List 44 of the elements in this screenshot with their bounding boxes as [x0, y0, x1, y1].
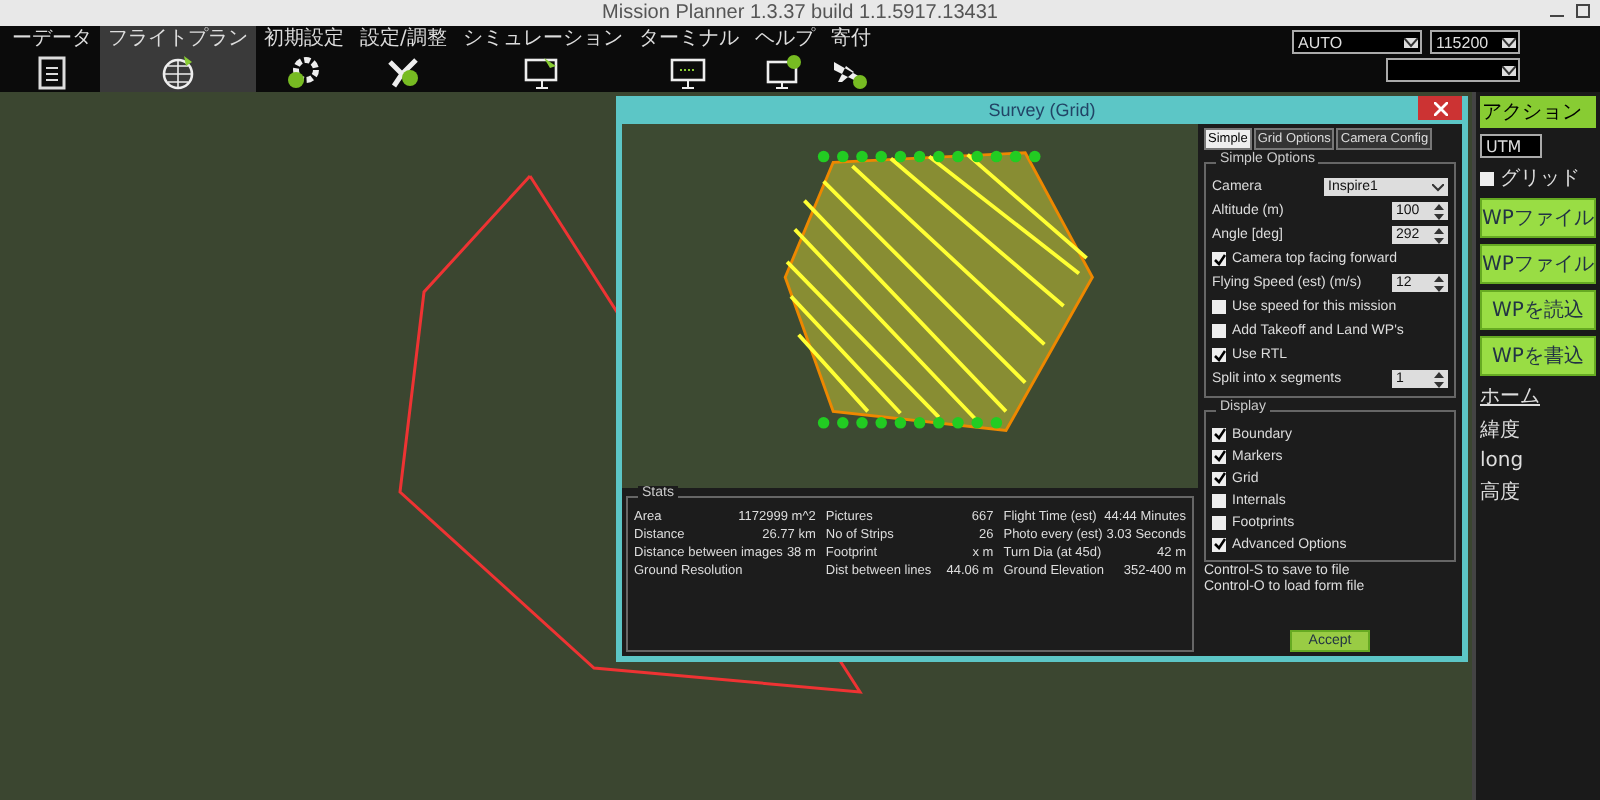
spinner-arrows-icon — [1434, 227, 1444, 243]
maximize-icon — [1576, 4, 1590, 18]
spinner-arrows-icon — [1434, 371, 1444, 387]
spinner-arrows-icon — [1434, 203, 1444, 219]
baud-dropdown[interactable]: 115200 — [1430, 30, 1520, 54]
checkmark-icon — [1213, 538, 1225, 550]
clipboard-icon — [34, 54, 70, 90]
toolbar-button[interactable]: 設定/調整 — [352, 26, 455, 92]
checkmark-icon — [1213, 253, 1225, 265]
mode-dropdown[interactable]: AUTO — [1292, 30, 1422, 54]
port-dropdown[interactable] — [1386, 58, 1520, 82]
toolbar-button[interactable]: ヘルプ — [746, 26, 823, 92]
toolbar-button[interactable]: 寄付 — [822, 26, 879, 92]
gear-icon — [286, 54, 322, 90]
action-button[interactable]: WPを読込 — [1480, 290, 1596, 330]
home-location-link[interactable]: ホーム — [1480, 382, 1596, 410]
maximize-button[interactable] — [1574, 2, 1592, 20]
toolbar-button[interactable]: 初期設定 — [256, 26, 352, 92]
close-button[interactable] — [1418, 96, 1462, 120]
caret-icon — [1404, 37, 1418, 47]
toolbar-button[interactable]: ーデータ — [4, 26, 100, 92]
checkbox[interactable]: グリッド — [1480, 164, 1596, 192]
action-button[interactable]: WPファイル — [1480, 198, 1596, 238]
field-label: 緯度 — [1480, 417, 1522, 444]
caret-icon — [1502, 65, 1516, 75]
monitor-icon — [670, 54, 707, 90]
toolbar-button[interactable]: ターミナル — [630, 26, 747, 92]
caret-icon — [1432, 183, 1444, 191]
action-button[interactable]: WPファイル — [1480, 244, 1596, 284]
checkmark-icon — [1213, 349, 1225, 361]
toolbar-button[interactable]: フライトプラン — [100, 26, 256, 92]
toolbar-button[interactable]: シミュレーション — [454, 26, 631, 92]
field-label: long — [1480, 450, 1526, 472]
window-title: Mission Planner 1.3.37 build 1.1.5917.13431 — [602, 2, 998, 24]
globe-icon — [160, 54, 196, 90]
panel-title: アクション — [1480, 96, 1596, 128]
field-label: 高度 — [1480, 479, 1522, 506]
spinner-arrows-icon — [1434, 275, 1444, 291]
dialog-title: Survey (Grid) — [988, 100, 1096, 120]
monitor-help-icon — [766, 54, 803, 90]
close-icon — [1433, 101, 1447, 115]
caret-icon — [1502, 37, 1516, 47]
action-button[interactable]: WPを書込 — [1480, 336, 1596, 376]
coordinate-dropdown[interactable]: UTM — [1480, 134, 1542, 158]
